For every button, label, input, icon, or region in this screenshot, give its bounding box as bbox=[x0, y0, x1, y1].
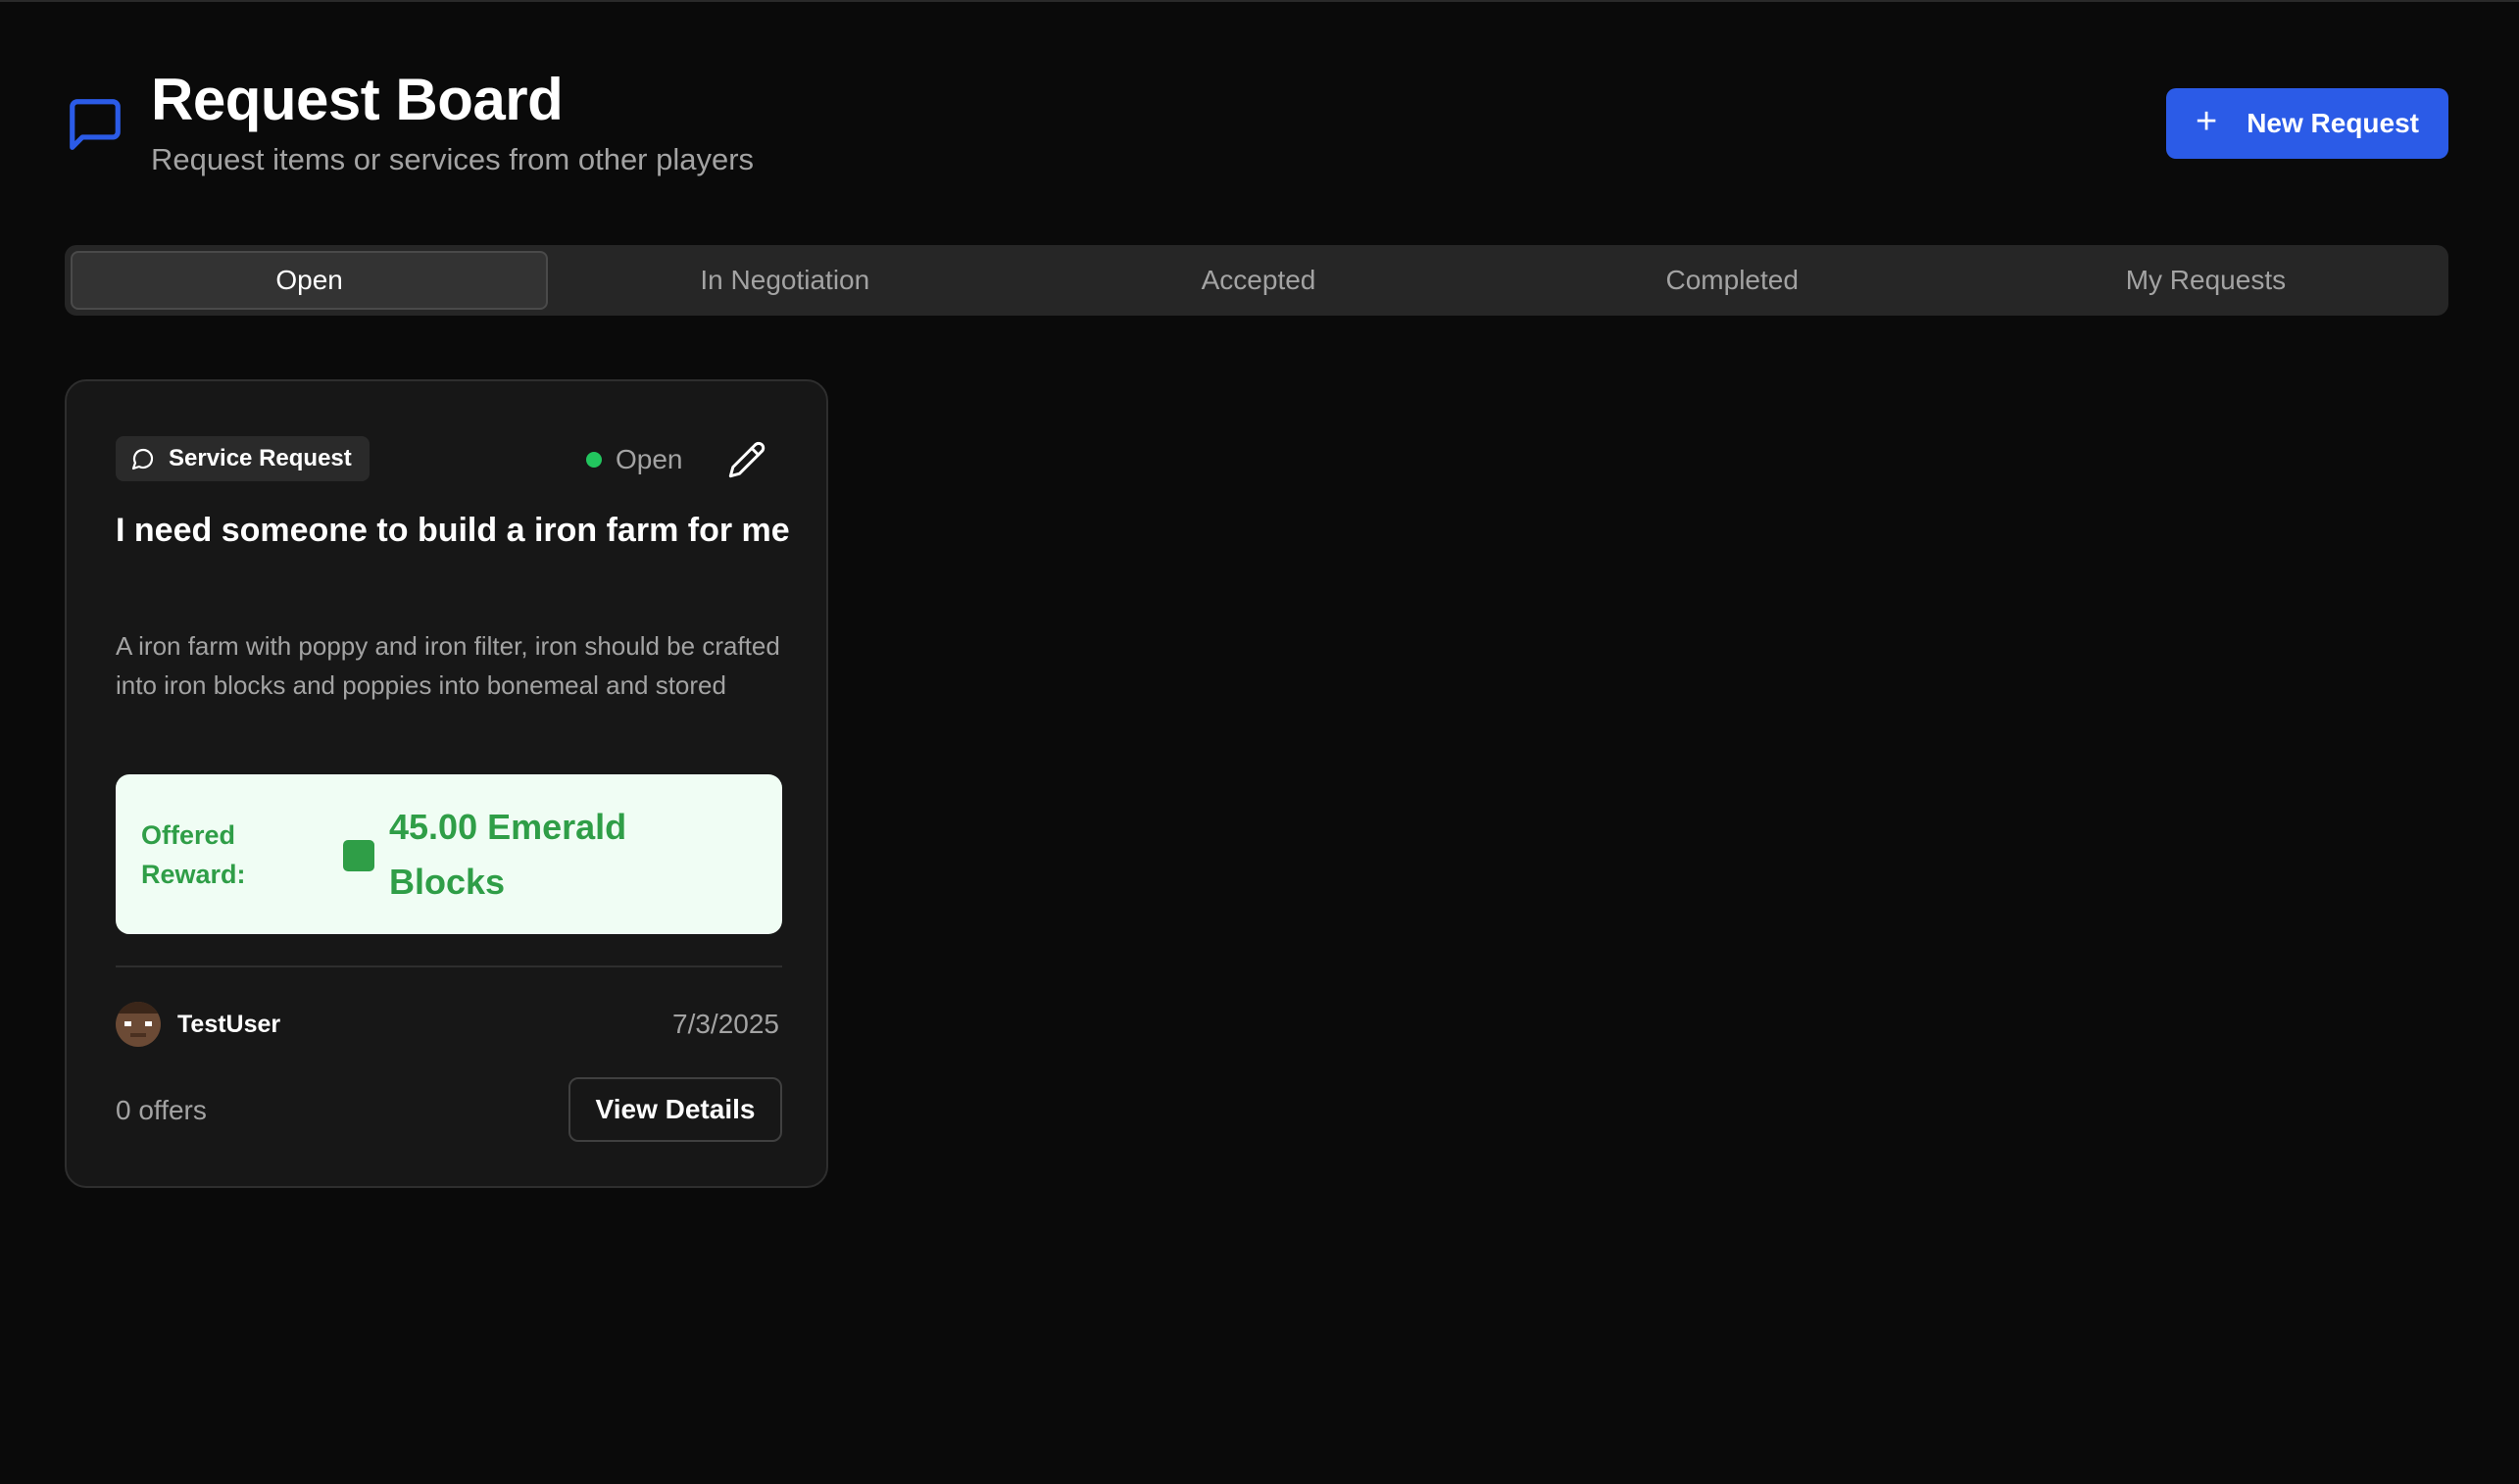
tab-accepted[interactable]: Accepted bbox=[1021, 251, 1495, 310]
tab-completed[interactable]: Completed bbox=[1496, 251, 1969, 310]
status-indicator: Open bbox=[586, 442, 683, 477]
request-description: A iron farm with poppy and iron filter, … bbox=[116, 631, 780, 700]
status-label: Open bbox=[616, 444, 683, 474]
message-square-icon bbox=[70, 99, 121, 150]
reward-value: 45.00 Emerald Blocks bbox=[389, 807, 627, 902]
username: TestUser bbox=[177, 1011, 281, 1038]
emerald-block-icon bbox=[343, 840, 374, 871]
view-details-button[interactable]: View Details bbox=[568, 1077, 782, 1142]
page-subtitle: Request items or services from other pla… bbox=[151, 142, 755, 176]
plus-icon: + bbox=[2195, 101, 2218, 142]
tab-open[interactable]: Open bbox=[71, 251, 549, 310]
avatar bbox=[116, 1002, 161, 1047]
reward-box: Offered Reward: 45.00 Emerald Blocks bbox=[116, 774, 782, 934]
request-title[interactable]: I need someone to build a iron farm for … bbox=[116, 503, 792, 558]
divider bbox=[116, 965, 782, 967]
tab-in-negotiation[interactable]: In Negotiation bbox=[548, 251, 1021, 310]
pencil-icon[interactable] bbox=[727, 440, 766, 479]
request-type-label: Service Request bbox=[169, 445, 352, 471]
request-card: Service Request Open I need someone to b… bbox=[65, 379, 828, 1188]
status-tabs: Open In Negotiation Accepted Completed M… bbox=[65, 245, 2448, 316]
message-circle-icon bbox=[131, 448, 154, 470]
new-request-label: New Request bbox=[2247, 108, 2420, 138]
request-type-badge: Service Request bbox=[116, 436, 370, 481]
top-border bbox=[0, 0, 2519, 2]
page-title: Request Board bbox=[151, 67, 564, 132]
status-dot bbox=[586, 452, 602, 468]
reward-label: Offered Reward: bbox=[141, 820, 246, 889]
offers-count: 0 offers bbox=[116, 1095, 207, 1125]
tab-my-requests[interactable]: My Requests bbox=[1969, 251, 2443, 310]
request-date: 7/3/2025 bbox=[672, 1009, 779, 1039]
new-request-button[interactable]: + New Request bbox=[2166, 88, 2448, 159]
